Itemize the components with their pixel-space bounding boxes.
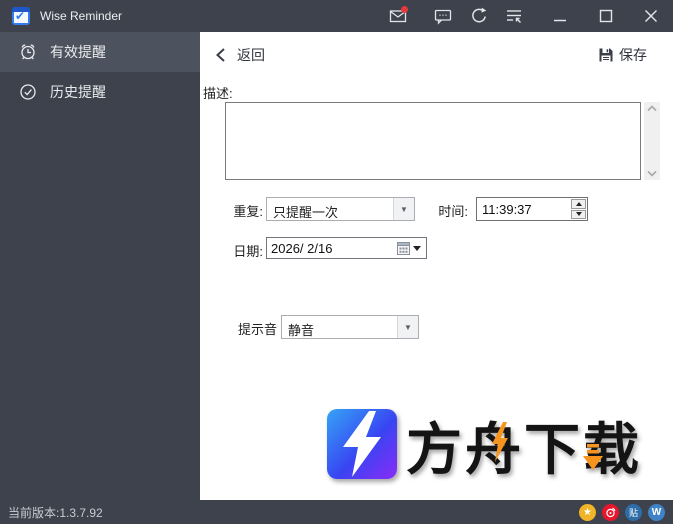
feedback-icon[interactable] [432,0,454,32]
sidebar: 有效提醒 历史提醒 [0,32,200,500]
sidebar-item-label: 历史提醒 [50,84,106,100]
star-icon[interactable]: ★ [579,503,596,521]
refresh-icon[interactable] [468,0,490,32]
statusbar: 当前版本:1.3.7.92 ★ 贴 W [0,500,673,524]
download-arrow-icon [583,444,603,470]
tray-icon[interactable] [503,0,525,32]
titlebar: ✔ Wise Reminder [0,0,673,32]
social-links: ★ 贴 W [579,500,665,524]
chevron-down-icon[interactable]: ▼ [397,316,418,338]
notification-badge [401,6,408,13]
scroll-down-icon[interactable] [647,170,657,177]
save-label: 保存 [619,47,647,63]
sidebar-item-label: 有效提醒 [50,44,106,60]
sidebar-item-history-reminders[interactable]: 历史提醒 [0,72,200,112]
edit-reminder-pane: 返回 保存 描述: 重复: 只提醒一次 ▼ 时间: 11:39:37 日期: 2… [200,32,673,500]
repeat-label: 重复: [233,204,263,219]
floppy-disk-icon [599,48,613,62]
window-title: Wise Reminder [40,9,123,23]
watermark: 方舟下载 [318,404,668,488]
description-label: 描述: [203,86,233,101]
repeat-value: 只提醒一次 [273,205,339,220]
w-icon[interactable]: W [648,503,665,521]
date-input[interactable] [267,240,397,256]
calendar-dropdown-icon[interactable] [413,245,421,251]
date-label: 日期: [233,244,263,259]
lightning-icon [492,422,508,462]
mail-icon[interactable] [387,0,409,32]
app-logo-icon: ✔ [12,7,30,25]
repeat-dropdown[interactable]: 只提醒一次 ▼ [266,197,415,221]
sidebar-item-active-reminders[interactable]: 有效提醒 [0,32,200,72]
maximize-icon[interactable] [595,0,617,32]
sound-label: 提示音 [237,322,277,337]
version-text: 当前版本:1.3.7.92 [8,505,103,520]
app-window: ✔ Wise Reminder 有效提醒 历史提醒 返回 保存 描述: 重复: … [0,0,673,524]
tieba-icon[interactable]: 贴 [625,503,642,521]
textarea-scrollbar[interactable] [644,102,660,180]
time-label: 时间: [438,204,468,219]
check-circle-icon [20,84,36,100]
time-field[interactable] [476,197,588,221]
spin-up-button[interactable] [571,199,586,209]
fangzhou-logo-icon [327,409,397,479]
minimize-icon[interactable] [549,0,571,32]
description-textarea[interactable] [225,102,641,180]
back-label: 返回 [237,47,265,63]
alarm-clock-icon [21,44,35,60]
time-input[interactable] [477,198,570,220]
spin-down-button[interactable] [571,209,586,219]
weibo-icon[interactable] [602,503,619,521]
close-icon[interactable] [640,0,662,32]
sound-value: 静音 [288,323,315,338]
sound-dropdown[interactable]: 静音 ▼ [281,315,419,339]
calendar-icon[interactable] [397,241,410,255]
chevron-left-icon [216,48,225,62]
save-button[interactable]: 保存 [598,42,647,68]
date-field[interactable] [266,237,427,259]
time-spinner [570,198,587,220]
back-button[interactable]: 返回 [214,42,265,68]
watermark-text: 方舟下载 [406,418,642,481]
scroll-up-icon[interactable] [647,105,657,112]
